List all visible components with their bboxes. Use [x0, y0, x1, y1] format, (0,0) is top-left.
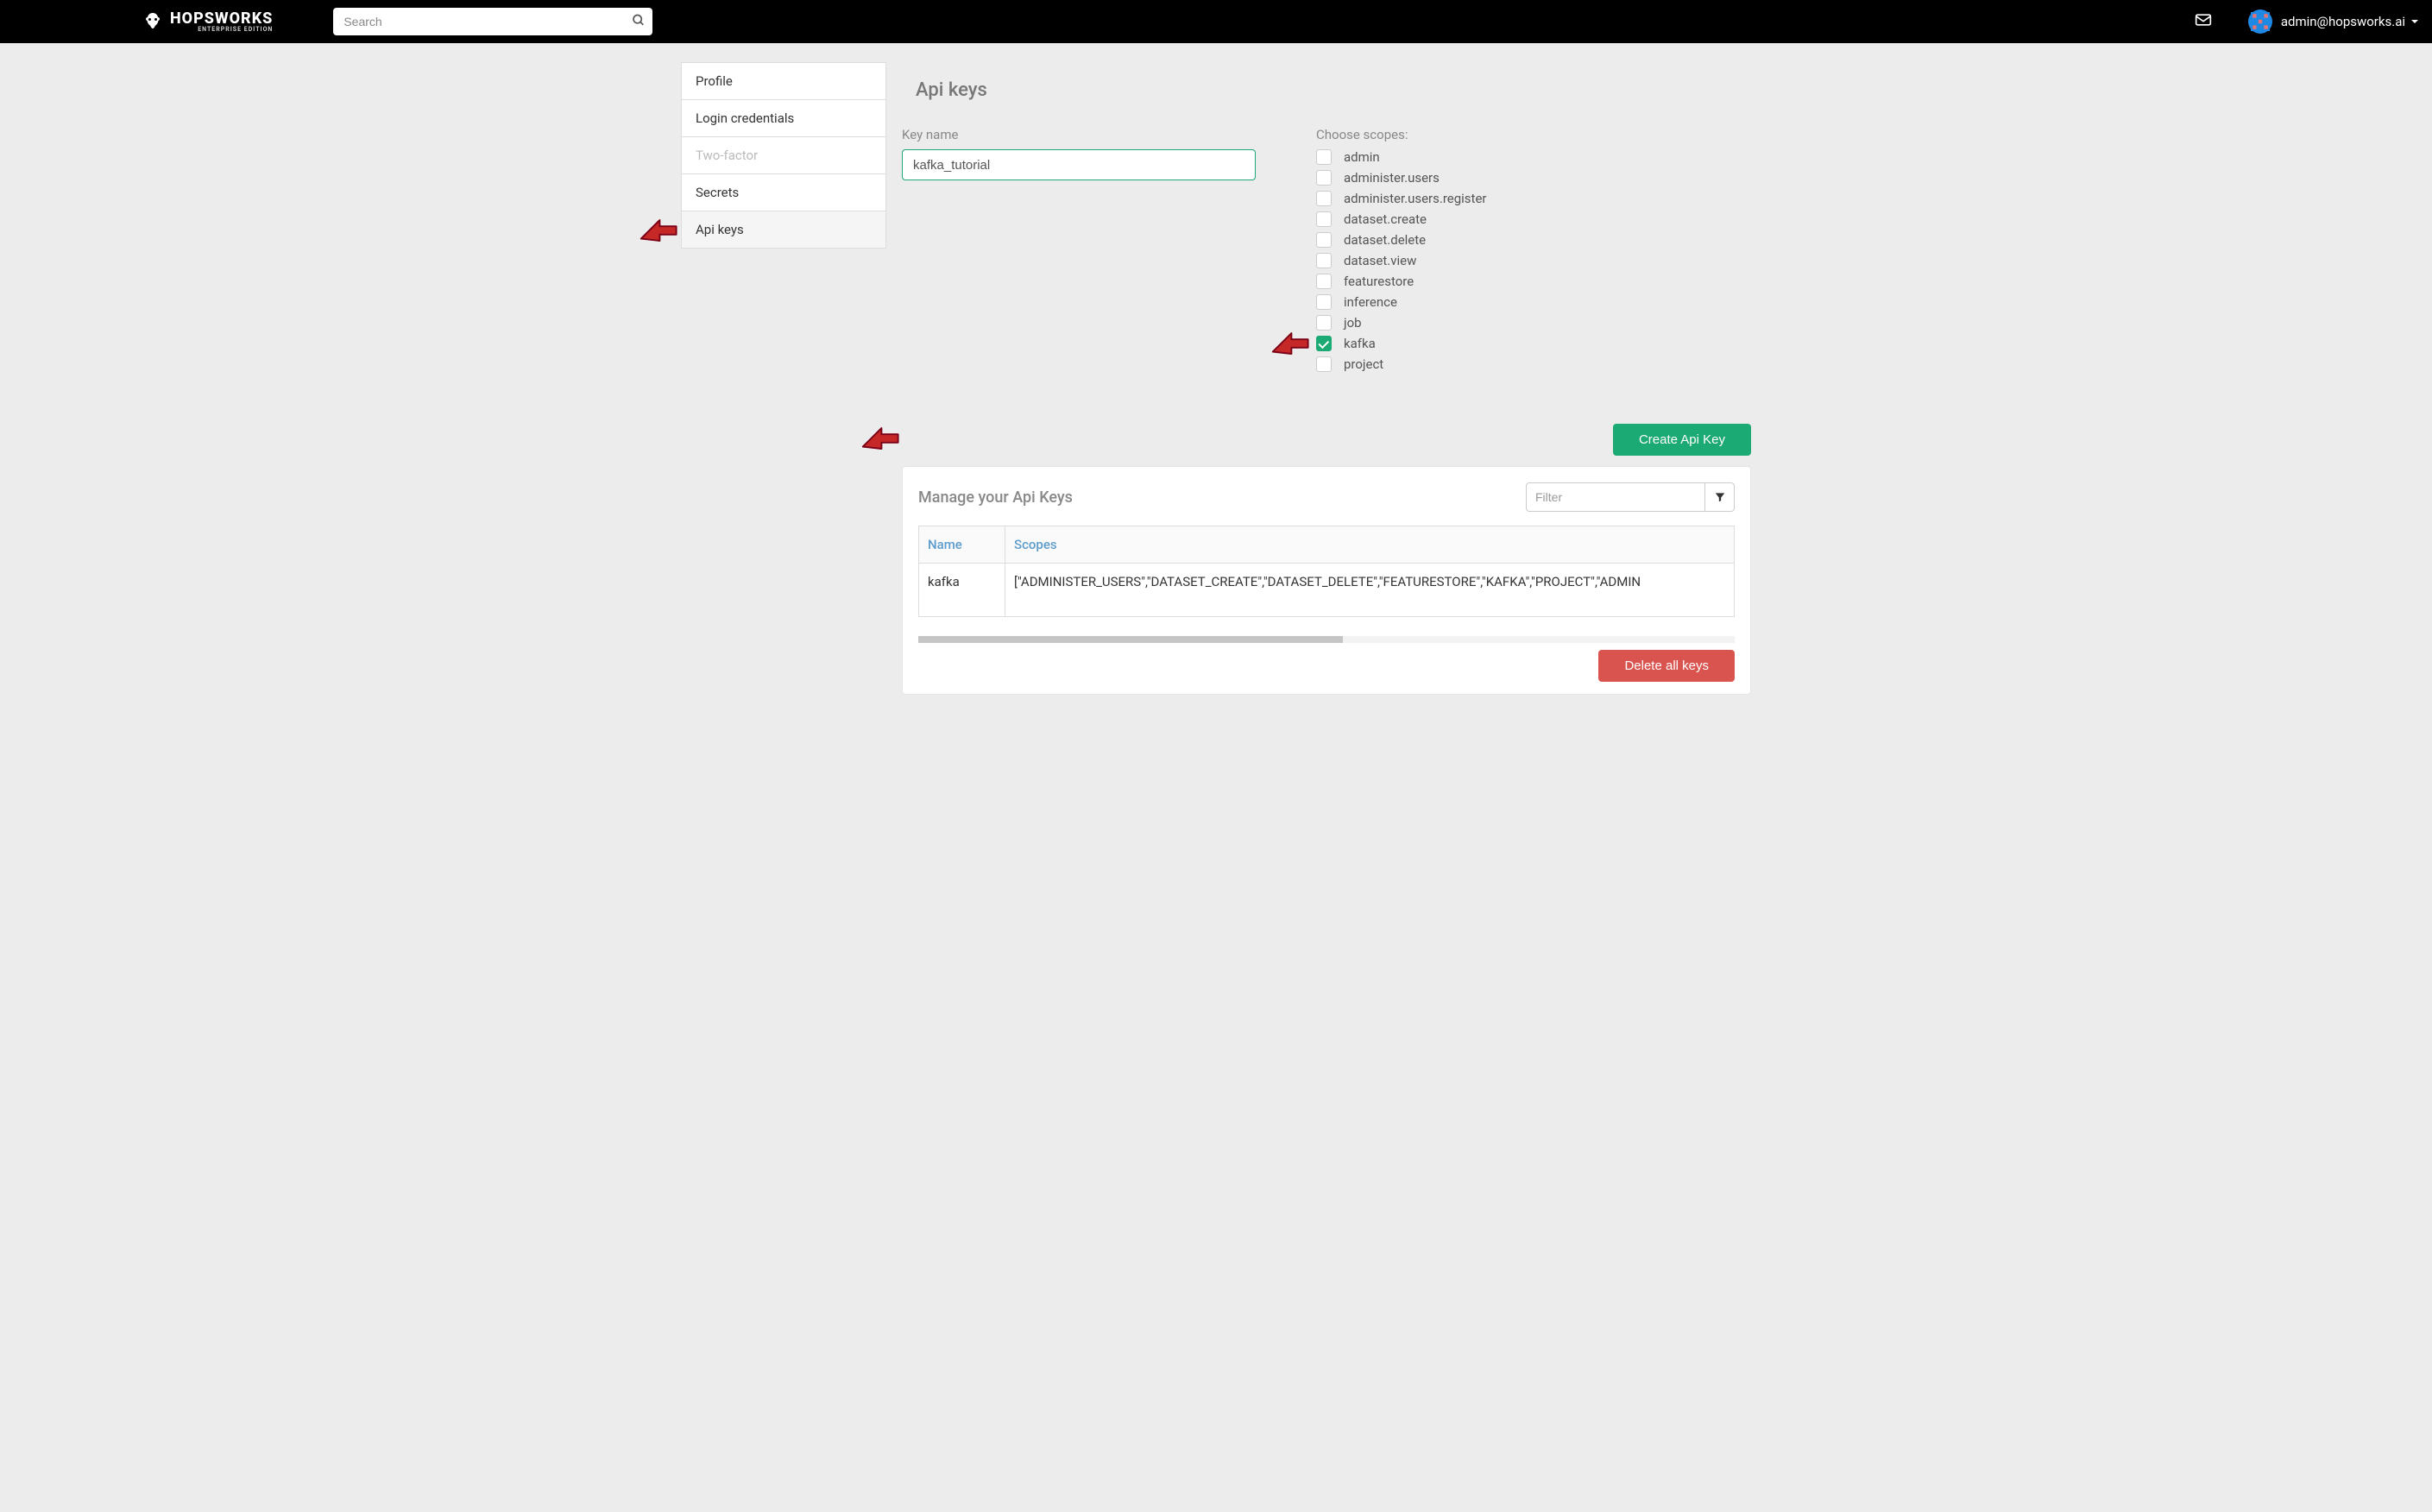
page-title: Api keys — [916, 79, 1751, 101]
brand-name: HOPSWORKS — [170, 11, 273, 27]
scope-inference: inference — [1316, 294, 1751, 310]
sidebar-label: Login credentials — [696, 110, 794, 126]
brand-logo[interactable]: HOPSWORKS ENTERPRISE EDITION — [142, 11, 273, 33]
scope-label: featurestore — [1344, 274, 1414, 289]
scope-featurestore: featurestore — [1316, 274, 1751, 289]
scope-label: admin — [1344, 149, 1380, 165]
main-area: Api keys Key name Choose scopes: adminad… — [902, 62, 1751, 695]
cell-scopes: ["ADMINISTER_USERS","DATASET_CREATE","DA… — [1005, 564, 1735, 617]
callout-arrow-icon — [637, 210, 678, 251]
sidebar-label: Profile — [696, 73, 733, 89]
scope-checkbox[interactable] — [1316, 356, 1332, 372]
user-menu[interactable]: admin@hopsworks.ai — [2248, 9, 2419, 34]
scope-label: project — [1344, 356, 1383, 372]
scope-label: inference — [1344, 294, 1397, 310]
scope-checkbox[interactable] — [1316, 274, 1332, 289]
sidebar: Profile Login credentials Two-factor Sec… — [681, 62, 886, 695]
scopes-label: Choose scopes: — [1316, 127, 1751, 142]
scope-dataset.view: dataset.view — [1316, 253, 1751, 268]
sidebar-label: Api keys — [696, 222, 744, 237]
scope-label: administer.users — [1344, 170, 1440, 186]
key-name-input[interactable] — [902, 149, 1256, 180]
scope-checkbox[interactable] — [1316, 336, 1332, 351]
key-name-label: Key name — [902, 127, 1256, 142]
scope-label: kafka — [1344, 336, 1376, 351]
horizontal-scrollbar[interactable] — [918, 636, 1735, 643]
scope-checkbox[interactable] — [1316, 253, 1332, 268]
brand-sub: ENTERPRISE EDITION — [170, 27, 273, 33]
scopes-list: admin administer.users administer.users.re… — [1316, 149, 1751, 372]
col-scopes[interactable]: Scopes — [1005, 526, 1735, 564]
scope-checkbox[interactable] — [1316, 149, 1332, 165]
search-box — [333, 8, 652, 35]
sidebar-item-api-keys[interactable]: Api keys — [681, 211, 886, 249]
api-keys-table: Name Scopes kafka["ADMINISTER_USERS","DA… — [918, 526, 1735, 617]
sidebar-label: Secrets — [696, 185, 739, 200]
scope-label: dataset.view — [1344, 253, 1416, 268]
sidebar-label: Two-factor — [696, 148, 758, 163]
sidebar-item-profile[interactable]: Profile — [681, 62, 886, 99]
filter-button[interactable] — [1705, 482, 1735, 512]
scope-checkbox[interactable] — [1316, 315, 1332, 331]
delete-all-keys-button[interactable]: Delete all keys — [1598, 650, 1735, 682]
filter-input[interactable] — [1526, 482, 1705, 512]
search-icon — [632, 14, 646, 28]
table-row: kafka["ADMINISTER_USERS","DATASET_CREATE… — [919, 564, 1735, 617]
avatar — [2248, 9, 2272, 34]
mail-button[interactable] — [2195, 11, 2212, 32]
scope-dataset.delete: dataset.delete — [1316, 232, 1751, 248]
search-input[interactable] — [333, 8, 652, 35]
scope-checkbox[interactable] — [1316, 211, 1332, 227]
manage-title: Manage your Api Keys — [918, 488, 1073, 507]
sidebar-item-secrets[interactable]: Secrets — [681, 173, 886, 211]
cell-name: kafka — [919, 564, 1005, 617]
filter-icon — [1714, 491, 1726, 503]
scope-administer.users.register: administer.users.register — [1316, 191, 1751, 206]
mail-icon — [2195, 11, 2212, 28]
sidebar-item-login-credentials[interactable]: Login credentials — [681, 99, 886, 136]
caret-down-icon — [2410, 14, 2419, 29]
scope-administer.users: administer.users — [1316, 170, 1751, 186]
scope-label: dataset.create — [1344, 211, 1427, 227]
search-button[interactable] — [632, 14, 646, 30]
callout-arrow-icon — [1269, 323, 1310, 364]
manage-panel: Manage your Api Keys Name Scopes kafka["… — [902, 466, 1751, 695]
scope-label: administer.users.register — [1344, 191, 1487, 206]
hops-icon — [142, 11, 163, 32]
scope-dataset.create: dataset.create — [1316, 211, 1751, 227]
scope-label: dataset.delete — [1344, 232, 1426, 248]
user-email: admin@hopsworks.ai — [2281, 14, 2405, 29]
scope-project: project — [1316, 356, 1751, 372]
scope-checkbox[interactable] — [1316, 232, 1332, 248]
scope-label: job — [1344, 315, 1362, 331]
scope-checkbox[interactable] — [1316, 294, 1332, 310]
navbar: HOPSWORKS ENTERPRISE EDITION admin@hopsw… — [0, 0, 2432, 43]
scope-kafka: kafka — [1316, 336, 1751, 351]
scope-checkbox[interactable] — [1316, 170, 1332, 186]
create-api-key-button[interactable]: Create Api Key — [1613, 424, 1751, 456]
scope-checkbox[interactable] — [1316, 191, 1332, 206]
sidebar-item-two-factor[interactable]: Two-factor — [681, 136, 886, 173]
col-name[interactable]: Name — [919, 526, 1005, 564]
scope-job: job — [1316, 315, 1751, 331]
scope-admin: admin — [1316, 149, 1751, 165]
